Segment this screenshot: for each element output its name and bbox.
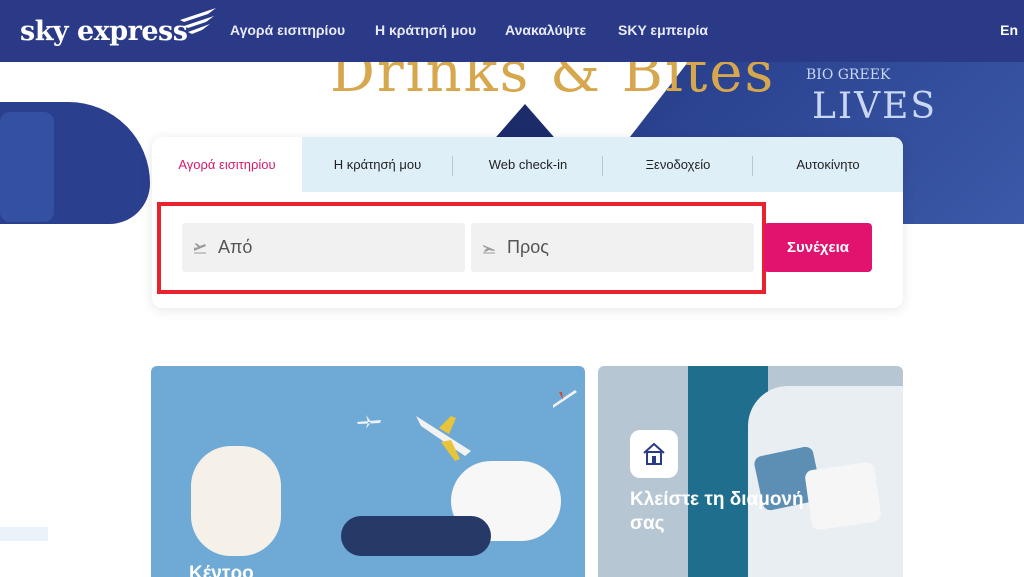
tab-hotel[interactable]: Ξενοδοχείο xyxy=(603,137,753,192)
nav-discover[interactable]: Ανακαλύψτε xyxy=(505,22,586,38)
language-switch[interactable]: En xyxy=(1000,22,1018,38)
side-strip xyxy=(0,527,48,541)
from-placeholder: Από xyxy=(218,237,253,257)
nav-sky-experience[interactable]: SKY εμπειρία xyxy=(618,22,708,38)
hero-title: Drinks & Bites xyxy=(330,62,776,105)
tab-web-checkin[interactable]: Web check-in xyxy=(453,137,603,192)
tab-label: Ξενοδοχείο xyxy=(645,157,711,172)
home-icon xyxy=(630,430,678,478)
bottle-image xyxy=(0,112,54,222)
top-navbar: sky express Αγορά εισιτηρίου Η κράτησή μ… xyxy=(0,0,1024,62)
left-card-title: Κέντρο xyxy=(189,563,254,577)
tab-my-booking[interactable]: Η κράτησή μου xyxy=(302,137,453,192)
tab-label: Η κράτησή μου xyxy=(333,157,422,172)
jar-label-2: LIVES xyxy=(812,86,938,127)
logo-text: sky express xyxy=(20,16,188,47)
nav-my-booking[interactable]: Η κράτησή μου xyxy=(375,22,476,38)
woman-figure xyxy=(191,446,281,556)
right-card-title: Κλείστε τη διαμονή σας xyxy=(630,489,804,534)
from-field[interactable]: Από xyxy=(182,223,465,272)
wings-icon xyxy=(180,8,216,34)
tab-label: Αυτοκίνητο xyxy=(796,157,860,172)
promo-card-left[interactable]: Κέντρο xyxy=(151,366,585,577)
booking-tabs: Αγορά εισιτηρίου Η κράτησή μου Web check… xyxy=(152,137,903,192)
sky-express-logo[interactable]: sky express xyxy=(20,8,216,50)
jar-label-1: BIO GREEK xyxy=(806,67,891,83)
tab-buy-ticket[interactable]: Αγορά εισιτηρίου xyxy=(152,137,302,192)
nav-buy-ticket[interactable]: Αγορά εισιτηρίου xyxy=(230,22,345,38)
man-legs xyxy=(341,516,491,556)
promo-card-right[interactable]: Κλείστε τη διαμονή σας xyxy=(598,366,903,577)
to-placeholder: Προς xyxy=(507,237,549,257)
yellow-plane-icon xyxy=(416,416,471,461)
tab-label: Αγορά εισιτηρίου xyxy=(178,157,276,172)
takeoff-icon xyxy=(192,240,208,256)
tab-label: Web check-in xyxy=(488,157,568,172)
continue-button[interactable]: Συνέχεια xyxy=(764,223,872,272)
small-plane-icon xyxy=(357,415,381,429)
tab-car[interactable]: Αυτοκίνητο xyxy=(753,137,903,192)
to-field[interactable]: Προς xyxy=(471,223,754,272)
landing-icon xyxy=(481,240,497,256)
red-plane-icon xyxy=(553,390,577,408)
